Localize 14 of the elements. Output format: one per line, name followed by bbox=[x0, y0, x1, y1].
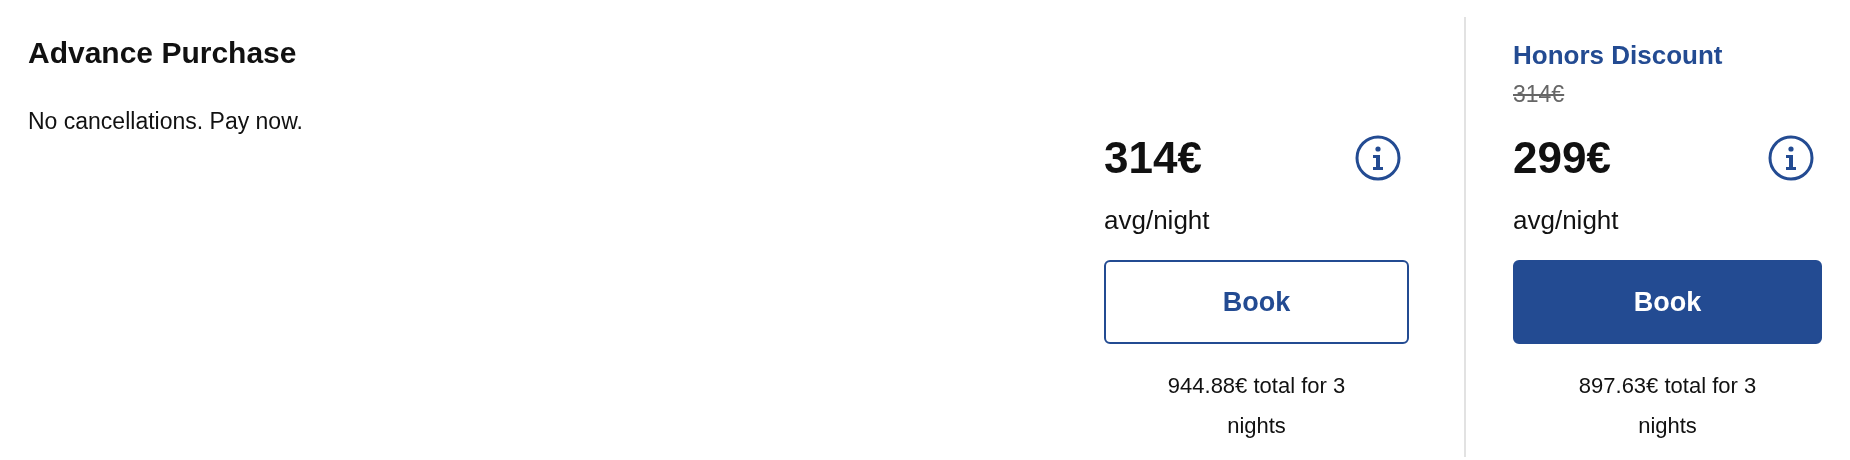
rate-description: No cancellations. Pay now. bbox=[28, 108, 304, 135]
rate-title: Advance Purchase bbox=[28, 36, 298, 70]
original-price: 314€ bbox=[1513, 81, 1566, 108]
info-icon[interactable] bbox=[1768, 135, 1814, 181]
price: 299€ bbox=[1513, 133, 1611, 183]
price-unit: avg/night bbox=[1104, 205, 1210, 236]
total-price: 944.88€ total for 3 nights bbox=[1166, 372, 1347, 440]
price-unit: avg/night bbox=[1513, 205, 1619, 236]
info-icon[interactable] bbox=[1355, 135, 1401, 181]
total-price: 897.63€ total for 3 nights bbox=[1577, 372, 1758, 440]
book-button[interactable]: Book bbox=[1104, 260, 1409, 344]
discount-label: Honors Discount bbox=[1513, 40, 1723, 71]
price: 314€ bbox=[1104, 133, 1202, 183]
book-button[interactable]: Book bbox=[1513, 260, 1822, 344]
